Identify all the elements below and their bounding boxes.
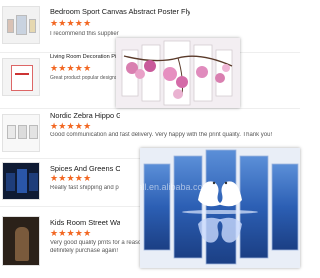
product-thumbnail[interactable] — [2, 216, 40, 266]
product-thumbnail[interactable] — [2, 58, 40, 96]
review-text: Really fast shipping and p — [50, 185, 119, 191]
product-title[interactable]: Living Room Decoration Picture — [50, 54, 120, 60]
product-title[interactable]: Bedroom Sport Canvas Abstract Poster Fly… — [50, 7, 190, 16]
swan-canvas-art — [140, 148, 300, 268]
rating-stars: ★★★★★ — [50, 121, 92, 131]
rating-stars: ★★★★★ — [50, 228, 92, 238]
rating-stars: ★★★★★ — [50, 63, 92, 73]
product-title[interactable]: Kids Room Street Wall gra — [50, 218, 120, 227]
orchid-canvas-art — [116, 38, 240, 108]
product-title[interactable]: Spices And Greens On — [50, 164, 120, 173]
product-thumbnail[interactable] — [2, 114, 40, 152]
rating-stars: ★★★★★ — [50, 18, 92, 28]
product-title[interactable]: Nordic Zebra Hippo Giraf — [50, 111, 120, 120]
watermark: pvcmall.en.alibaba.com — [140, 182, 211, 192]
product-thumbnail[interactable] — [2, 162, 40, 200]
product-thumbnail[interactable] — [2, 6, 40, 44]
review-text: Good communication and fast delivery. Ve… — [50, 132, 273, 138]
orchid-canvas-image[interactable] — [116, 38, 240, 108]
review-text: I recommend this supplier — [50, 31, 119, 37]
rating-stars: ★★★★★ — [50, 173, 92, 183]
swan-canvas-image[interactable]: pvcmall.en.alibaba.com — [140, 148, 300, 268]
review-text: Great product popular designs and — [50, 75, 120, 81]
